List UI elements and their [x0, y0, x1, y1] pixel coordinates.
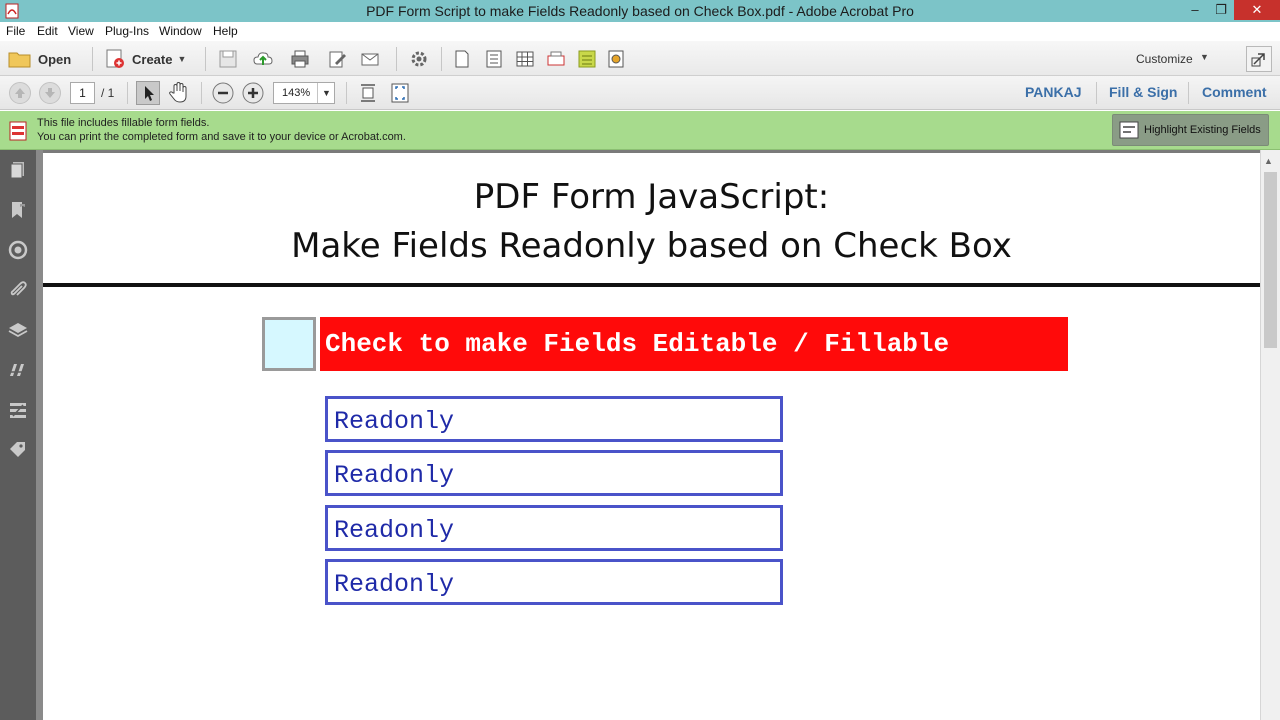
- form-notice-bar: This file includes fillable form fields.…: [0, 111, 1280, 150]
- pane-divider: [36, 150, 43, 720]
- navigation-pane: [0, 150, 36, 720]
- customize-label[interactable]: Customize: [1136, 52, 1193, 66]
- layers-icon[interactable]: [8, 320, 28, 340]
- editable-checkbox[interactable]: [262, 317, 316, 371]
- page-title-line-2: Make Fields Readonly based on Check Box: [291, 226, 1012, 266]
- create-caret-icon: ▼: [177, 54, 187, 64]
- fill-sign-link[interactable]: Fill & Sign: [1109, 84, 1177, 100]
- table-grid-icon[interactable]: [515, 49, 535, 69]
- page-number-input[interactable]: 1: [70, 82, 95, 104]
- chevron-down-icon[interactable]: ▼: [317, 83, 335, 103]
- settings-gear-icon[interactable]: [409, 49, 429, 69]
- full-screen-icon[interactable]: [390, 82, 410, 104]
- highlight-fields-label: Highlight Existing Fields: [1144, 124, 1261, 136]
- zoom-select[interactable]: 143% ▼: [273, 82, 335, 104]
- navigation-toolbar: 1 / 1 143% ▼ PANKAJ Fill & Sign Comment: [0, 76, 1280, 110]
- highlight-existing-fields-button[interactable]: Highlight Existing Fields: [1112, 114, 1269, 146]
- menu-bar: File Edit View Plug-Ins Window Help: [0, 22, 1280, 41]
- upload-cloud-icon[interactable]: [253, 49, 273, 69]
- form-document-icon: [9, 121, 27, 141]
- folder-icon: [8, 52, 31, 68]
- checkbox-caption: Check to make Fields Editable / Fillable: [325, 329, 950, 359]
- open-button[interactable]: Open: [8, 47, 71, 71]
- toolbar-divider: [201, 82, 202, 104]
- close-button[interactable]: ✕: [1234, 0, 1280, 20]
- page-title-line-1: PDF Form JavaScript:: [473, 177, 830, 217]
- field-value: Readonly: [334, 516, 455, 545]
- scrollbar-thumb[interactable]: [1264, 172, 1277, 348]
- main-toolbar: Open Create ▼ Customize ▼: [0, 41, 1280, 76]
- create-pdf-icon: [106, 49, 124, 68]
- toolbar-divider: [127, 82, 128, 104]
- toolbar-divider: [346, 82, 347, 104]
- title-bar: PDF Form Script to make Fields Readonly …: [0, 0, 1280, 22]
- field-value: Readonly: [334, 461, 455, 490]
- menu-file[interactable]: File: [6, 24, 25, 38]
- comment-link[interactable]: Comment: [1202, 84, 1267, 100]
- field-value: Readonly: [334, 407, 455, 436]
- select-cursor-icon[interactable]: [136, 81, 160, 105]
- blank-page-icon[interactable]: [452, 49, 472, 69]
- distribute-form-icon[interactable]: [606, 49, 626, 69]
- previous-page-button[interactable]: [9, 82, 31, 104]
- zoom-value: 143%: [282, 87, 311, 99]
- minimize-button[interactable]: –: [1182, 0, 1208, 20]
- readonly-field-1[interactable]: Readonly: [325, 396, 783, 442]
- page-total: / 1: [101, 86, 115, 100]
- arrow-down-icon: [45, 88, 55, 98]
- zoom-in-icon[interactable]: [242, 82, 264, 104]
- edit-sign-icon[interactable]: [327, 49, 347, 69]
- toolbar-divider: [92, 47, 93, 71]
- maximize-button[interactable]: ❐: [1208, 0, 1234, 20]
- zoom-out-icon[interactable]: [212, 82, 234, 104]
- menu-help[interactable]: Help: [213, 24, 238, 38]
- field-value: Readonly: [334, 570, 455, 599]
- notice-line-2: You can print the completed form and sav…: [37, 131, 406, 143]
- list-form-icon[interactable]: [484, 49, 504, 69]
- create-label: Create: [132, 51, 173, 67]
- form-fields-icon[interactable]: [577, 49, 597, 69]
- menu-view[interactable]: View: [68, 24, 94, 38]
- toolbar-divider: [1188, 82, 1189, 104]
- readonly-field-4[interactable]: Readonly: [325, 559, 783, 605]
- pdf-page: PDF Form JavaScript: Make Fields Readonl…: [43, 150, 1260, 720]
- window-title: PDF Form Script to make Fields Readonly …: [366, 3, 914, 19]
- fit-page-icon[interactable]: [358, 82, 378, 104]
- highlight-fields-icon: [1119, 121, 1139, 139]
- validate-form-icon[interactable]: [546, 49, 566, 69]
- user-pankaj-link[interactable]: PANKAJ: [1025, 84, 1082, 100]
- arrow-up-icon: [15, 88, 25, 98]
- menu-plug-ins[interactable]: Plug-Ins: [105, 24, 149, 38]
- title-divider: [43, 283, 1260, 287]
- scroll-up-icon[interactable]: ▲: [1264, 156, 1273, 166]
- bookmarks-icon[interactable]: [8, 200, 28, 220]
- checkbox-caption-banner: Check to make Fields Editable / Fillable: [320, 317, 1068, 371]
- expand-window-button[interactable]: [1246, 46, 1272, 72]
- open-label: Open: [38, 51, 72, 67]
- email-icon[interactable]: [360, 49, 380, 69]
- signatures-icon[interactable]: [8, 240, 28, 260]
- attachments-icon[interactable]: [8, 280, 28, 300]
- model-tree-icon[interactable]: [8, 400, 28, 420]
- readonly-field-2[interactable]: Readonly: [325, 450, 783, 496]
- notice-line-1: This file includes fillable form fields.: [37, 117, 210, 129]
- hand-tool-icon[interactable]: [167, 81, 189, 105]
- toolbar-divider: [1096, 82, 1097, 104]
- save-icon[interactable]: [218, 49, 238, 69]
- create-button[interactable]: Create ▼: [104, 47, 186, 71]
- pages-icon[interactable]: [8, 160, 28, 180]
- toolbar-divider: [205, 47, 206, 71]
- print-icon[interactable]: [290, 49, 310, 69]
- readonly-field-3[interactable]: Readonly: [325, 505, 783, 551]
- next-page-button[interactable]: [39, 82, 61, 104]
- customize-caret-icon[interactable]: ▼: [1200, 52, 1209, 62]
- menu-edit[interactable]: Edit: [37, 24, 58, 38]
- toolbar-divider: [441, 47, 442, 71]
- expand-arrow-icon: [1251, 53, 1265, 67]
- tags-icon[interactable]: [8, 440, 28, 460]
- menu-window[interactable]: Window: [159, 24, 202, 38]
- toolbar-divider: [396, 47, 397, 71]
- content-icon[interactable]: [8, 360, 28, 380]
